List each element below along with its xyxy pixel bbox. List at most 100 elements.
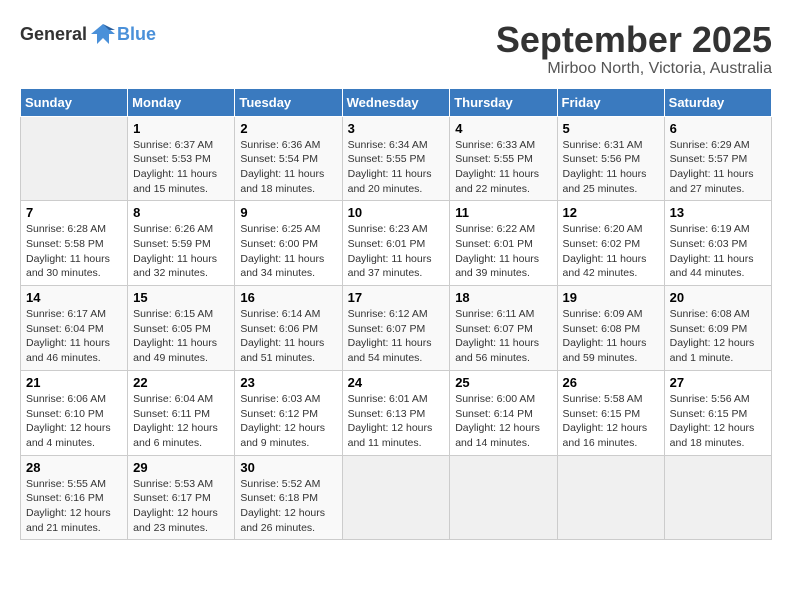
calendar-week-5: 28 Sunrise: 5:55 AM Sunset: 6:16 PM Dayli… bbox=[21, 455, 772, 540]
calendar-cell: 1Sunrise: 6:37 AM Sunset: 5:53 PM Daylig… bbox=[128, 116, 235, 201]
day-number: 12 bbox=[563, 205, 659, 220]
calendar-cell: 25Sunrise: 6:00 AM Sunset: 6:14 PM Dayli… bbox=[450, 370, 557, 455]
day-info: Sunrise: 6:06 AM Sunset: 6:10 PM Dayligh… bbox=[26, 392, 122, 451]
day-info: Sunrise: 6:01 AM Sunset: 6:13 PM Dayligh… bbox=[348, 392, 445, 451]
day-number: 4 bbox=[455, 121, 551, 136]
day-number: 21 bbox=[26, 375, 122, 390]
calendar-cell: 3 Sunrise: 6:34 AM Sunset: 5:55 PM Daylig… bbox=[342, 116, 450, 201]
logo: General Blue bbox=[20, 20, 156, 48]
calendar-cell: 14Sunrise: 6:17 AM Sunset: 6:04 PM Dayli… bbox=[21, 286, 128, 371]
day-info: Sunrise: 6:36 AM Sunset: 5:54 PM Dayligh… bbox=[240, 138, 336, 197]
calendar-cell bbox=[557, 455, 664, 540]
day-number: 23 bbox=[240, 375, 336, 390]
day-info: Sunrise: 6:11 AM Sunset: 6:07 PM Dayligh… bbox=[455, 307, 551, 366]
day-info: Sunrise: 5:53 AM Sunset: 6:17 PM Dayligh… bbox=[133, 477, 229, 536]
day-info: Sunrise: 6:14 AM Sunset: 6:06 PM Dayligh… bbox=[240, 307, 336, 366]
day-info: Sunrise: 6:15 AM Sunset: 6:05 PM Dayligh… bbox=[133, 307, 229, 366]
calendar-cell: 12 Sunrise: 6:20 AM Sunset: 6:02 PM Dayli… bbox=[557, 201, 664, 286]
day-number: 9 bbox=[240, 205, 336, 220]
day-number: 3 bbox=[348, 121, 445, 136]
day-info: Sunrise: 6:23 AM Sunset: 6:01 PM Dayligh… bbox=[348, 222, 445, 281]
day-info: Sunrise: 6:12 AM Sunset: 6:07 PM Dayligh… bbox=[348, 307, 445, 366]
day-info: Sunrise: 6:37 AM Sunset: 5:53 PM Dayligh… bbox=[133, 138, 229, 197]
logo-bird-icon bbox=[89, 20, 117, 48]
calendar-cell: 28 Sunrise: 5:55 AM Sunset: 6:16 PM Dayli… bbox=[21, 455, 128, 540]
day-number: 25 bbox=[455, 375, 551, 390]
calendar-cell: 18 Sunrise: 6:11 AM Sunset: 6:07 PM Dayli… bbox=[450, 286, 557, 371]
day-info: Sunrise: 5:55 AM Sunset: 6:16 PM Dayligh… bbox=[26, 477, 122, 536]
day-info: Sunrise: 6:08 AM Sunset: 6:09 PM Dayligh… bbox=[670, 307, 766, 366]
day-info: Sunrise: 6:33 AM Sunset: 5:55 PM Dayligh… bbox=[455, 138, 551, 197]
calendar-cell: 6Sunrise: 6:29 AM Sunset: 5:57 PM Daylig… bbox=[664, 116, 771, 201]
day-info: Sunrise: 6:31 AM Sunset: 5:56 PM Dayligh… bbox=[563, 138, 659, 197]
day-number: 6 bbox=[670, 121, 766, 136]
calendar-cell: 24 Sunrise: 6:01 AM Sunset: 6:13 PM Dayli… bbox=[342, 370, 450, 455]
calendar-cell: 19 Sunrise: 6:09 AM Sunset: 6:08 PM Dayli… bbox=[557, 286, 664, 371]
title-block: September 2025 Mirboo North, Victoria, A… bbox=[496, 20, 772, 78]
col-header-monday: Monday bbox=[128, 88, 235, 116]
calendar-cell bbox=[342, 455, 450, 540]
calendar-week-3: 14Sunrise: 6:17 AM Sunset: 6:04 PM Dayli… bbox=[21, 286, 772, 371]
day-info: Sunrise: 6:34 AM Sunset: 5:55 PM Dayligh… bbox=[348, 138, 445, 197]
day-number: 11 bbox=[455, 205, 551, 220]
calendar-cell: 21 Sunrise: 6:06 AM Sunset: 6:10 PM Dayli… bbox=[21, 370, 128, 455]
day-info: Sunrise: 6:04 AM Sunset: 6:11 PM Dayligh… bbox=[133, 392, 229, 451]
day-number: 24 bbox=[348, 375, 445, 390]
calendar-cell: 13 Sunrise: 6:19 AM Sunset: 6:03 PM Dayli… bbox=[664, 201, 771, 286]
calendar-cell: 16Sunrise: 6:14 AM Sunset: 6:06 PM Dayli… bbox=[235, 286, 342, 371]
day-info: Sunrise: 6:09 AM Sunset: 6:08 PM Dayligh… bbox=[563, 307, 659, 366]
day-info: Sunrise: 6:03 AM Sunset: 6:12 PM Dayligh… bbox=[240, 392, 336, 451]
day-info: Sunrise: 6:25 AM Sunset: 6:00 PM Dayligh… bbox=[240, 222, 336, 281]
day-number: 8 bbox=[133, 205, 229, 220]
calendar-cell: 30 Sunrise: 5:52 AM Sunset: 6:18 PM Dayli… bbox=[235, 455, 342, 540]
day-number: 29 bbox=[133, 460, 229, 475]
col-header-saturday: Saturday bbox=[664, 88, 771, 116]
calendar-cell: 26Sunrise: 5:58 AM Sunset: 6:15 PM Dayli… bbox=[557, 370, 664, 455]
col-header-wednesday: Wednesday bbox=[342, 88, 450, 116]
col-header-sunday: Sunday bbox=[21, 88, 128, 116]
day-number: 2 bbox=[240, 121, 336, 136]
day-number: 18 bbox=[455, 290, 551, 305]
day-number: 22 bbox=[133, 375, 229, 390]
calendar-cell: 10 Sunrise: 6:23 AM Sunset: 6:01 PM Dayli… bbox=[342, 201, 450, 286]
day-number: 27 bbox=[670, 375, 766, 390]
day-number: 20 bbox=[670, 290, 766, 305]
day-info: Sunrise: 6:22 AM Sunset: 6:01 PM Dayligh… bbox=[455, 222, 551, 281]
month-title: September 2025 bbox=[496, 20, 772, 60]
calendar-cell: 29 Sunrise: 5:53 AM Sunset: 6:17 PM Dayli… bbox=[128, 455, 235, 540]
calendar-cell: 9 Sunrise: 6:25 AM Sunset: 6:00 PM Daylig… bbox=[235, 201, 342, 286]
page-header: General Blue September 2025 Mirboo North… bbox=[20, 20, 772, 78]
day-info: Sunrise: 6:20 AM Sunset: 6:02 PM Dayligh… bbox=[563, 222, 659, 281]
day-number: 7 bbox=[26, 205, 122, 220]
day-info: Sunrise: 6:28 AM Sunset: 5:58 PM Dayligh… bbox=[26, 222, 122, 281]
calendar-table: SundayMondayTuesdayWednesdayThursdayFrid… bbox=[20, 88, 772, 541]
calendar-week-4: 21 Sunrise: 6:06 AM Sunset: 6:10 PM Dayli… bbox=[21, 370, 772, 455]
day-info: Sunrise: 5:56 AM Sunset: 6:15 PM Dayligh… bbox=[670, 392, 766, 451]
col-header-thursday: Thursday bbox=[450, 88, 557, 116]
day-number: 26 bbox=[563, 375, 659, 390]
calendar-cell: 20 Sunrise: 6:08 AM Sunset: 6:09 PM Dayli… bbox=[664, 286, 771, 371]
day-info: Sunrise: 5:52 AM Sunset: 6:18 PM Dayligh… bbox=[240, 477, 336, 536]
location-title: Mirboo North, Victoria, Australia bbox=[496, 60, 772, 78]
calendar-cell: 22 Sunrise: 6:04 AM Sunset: 6:11 PM Dayli… bbox=[128, 370, 235, 455]
calendar-cell: 5Sunrise: 6:31 AM Sunset: 5:56 PM Daylig… bbox=[557, 116, 664, 201]
calendar-cell: 2 Sunrise: 6:36 AM Sunset: 5:54 PM Daylig… bbox=[235, 116, 342, 201]
col-header-friday: Friday bbox=[557, 88, 664, 116]
logo-blue: Blue bbox=[117, 24, 156, 45]
calendar-cell bbox=[21, 116, 128, 201]
calendar-cell: 23 Sunrise: 6:03 AM Sunset: 6:12 PM Dayli… bbox=[235, 370, 342, 455]
calendar-cell: 4 Sunrise: 6:33 AM Sunset: 5:55 PM Daylig… bbox=[450, 116, 557, 201]
calendar-cell: 7 Sunrise: 6:28 AM Sunset: 5:58 PM Daylig… bbox=[21, 201, 128, 286]
calendar-cell: 11 Sunrise: 6:22 AM Sunset: 6:01 PM Dayli… bbox=[450, 201, 557, 286]
day-number: 13 bbox=[670, 205, 766, 220]
day-number: 28 bbox=[26, 460, 122, 475]
day-number: 30 bbox=[240, 460, 336, 475]
day-info: Sunrise: 6:19 AM Sunset: 6:03 PM Dayligh… bbox=[670, 222, 766, 281]
day-number: 19 bbox=[563, 290, 659, 305]
logo-general: General bbox=[20, 24, 87, 45]
day-info: Sunrise: 6:17 AM Sunset: 6:04 PM Dayligh… bbox=[26, 307, 122, 366]
day-number: 10 bbox=[348, 205, 445, 220]
calendar-header-row: SundayMondayTuesdayWednesdayThursdayFrid… bbox=[21, 88, 772, 116]
calendar-cell: 17Sunrise: 6:12 AM Sunset: 6:07 PM Dayli… bbox=[342, 286, 450, 371]
calendar-cell bbox=[450, 455, 557, 540]
